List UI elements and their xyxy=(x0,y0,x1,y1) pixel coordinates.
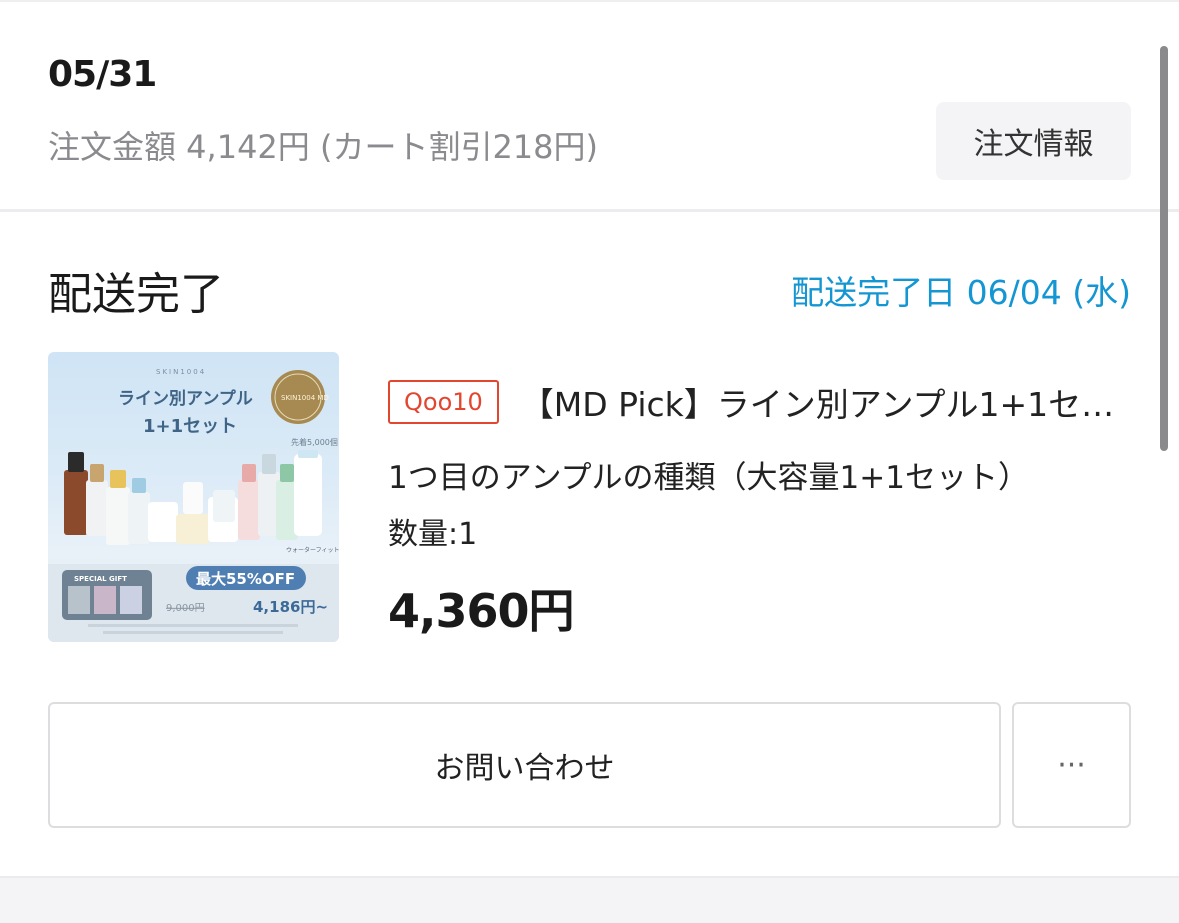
thumb-discount: 最大55%OFF xyxy=(196,570,295,588)
thumb-old-price: 9,000円 xyxy=(166,603,205,614)
order-info-button[interactable]: 注文情報 xyxy=(936,102,1131,180)
product-option: 1つ目のアンプルの種類（大容量1+1セット） xyxy=(388,460,1029,496)
thumb-headline: ライン別アンプル xyxy=(118,388,253,409)
section-divider xyxy=(0,209,1179,212)
bottom-separator xyxy=(0,876,1179,923)
product-price: 4,360円 xyxy=(388,584,575,638)
delivery-date: 配送完了日 06/04 (水) xyxy=(791,273,1131,312)
thumb-new-price: 4,186円~ xyxy=(253,598,328,616)
delivery-status: 配送完了 xyxy=(48,269,224,320)
thumb-side-item: ウォーターフィット サンセラム xyxy=(286,546,339,554)
inquiry-button[interactable]: お問い合わせ xyxy=(48,702,1001,828)
product-quantity: 数量:1 xyxy=(388,517,478,552)
product-thumbnail[interactable]: SKIN1004 ライン別アンプル 1+1セット SKIN1004 MD 先着5… xyxy=(48,352,339,642)
more-options-button[interactable]: ··· xyxy=(1012,702,1131,828)
bottle-group-icon xyxy=(64,450,322,545)
product-title-row: Qoo10 【MD Pick】ライン別アンプル1+1セット xyxy=(388,374,1133,430)
product-info: Qoo10 【MD Pick】ライン別アンプル1+1セット 1つ目のアンプルの種… xyxy=(388,374,1133,553)
thumb-subheadline: 1+1セット xyxy=(143,416,237,437)
thumb-first-come: 先着5,000個 xyxy=(291,437,338,447)
more-icon: ··· xyxy=(1057,747,1086,783)
order-detail-screen: 05/31 注文金額 4,142円 (カート割引218円) 注文情報 配送完了 … xyxy=(0,0,1179,923)
order-amount: 注文金額 4,142円 (カート割引218円) xyxy=(48,128,599,166)
thumb-brand: SKIN1004 xyxy=(156,368,206,376)
thumb-gift-label: SPECIAL GIFT xyxy=(74,575,127,583)
product-name[interactable]: 【MD Pick】ライン別アンプル1+1セット xyxy=(521,378,1133,426)
top-divider xyxy=(0,0,1179,2)
shop-badge: Qoo10 xyxy=(388,380,499,424)
scrollbar[interactable] xyxy=(1160,46,1168,451)
order-date: 05/31 xyxy=(48,54,157,95)
thumb-seal-text: SKIN1004 MD xyxy=(281,394,329,402)
